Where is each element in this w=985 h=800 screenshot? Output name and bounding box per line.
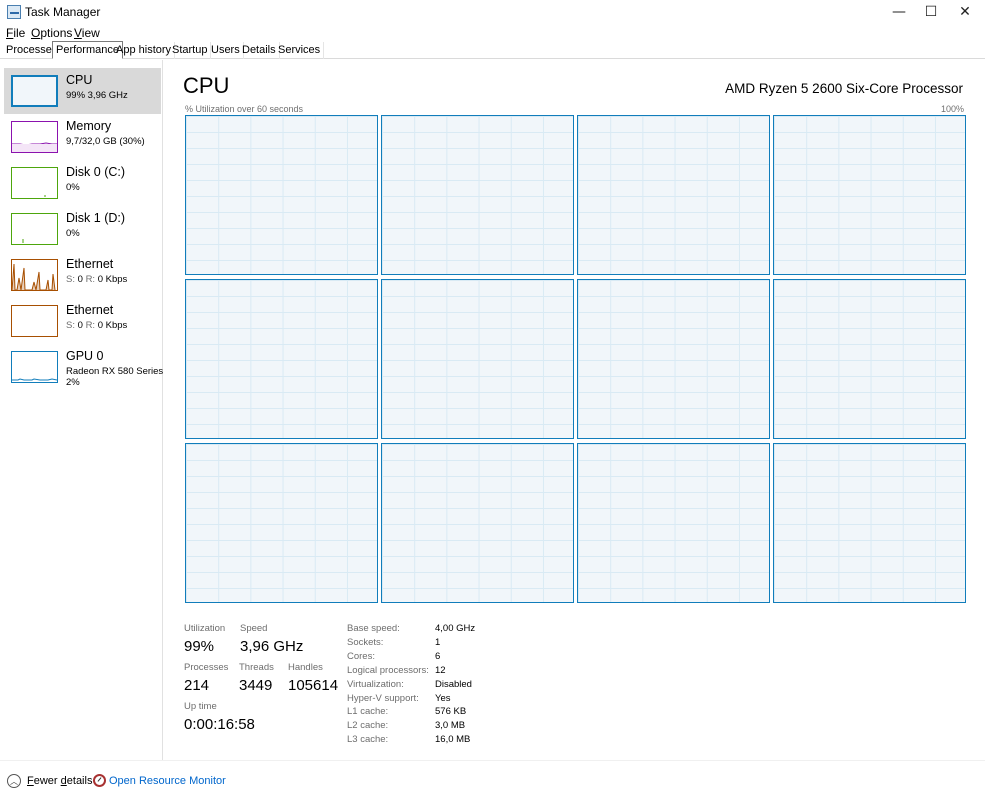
sidebar-item-label: Disk 0 (C:) [66,165,126,179]
menu-bar: File Options View [0,24,985,42]
tab-startup[interactable]: Startup [169,42,212,59]
footer-bar: ︿ Fewer details Open Resource Monitor [0,760,985,800]
minimize-button[interactable]: — [882,0,916,24]
handles-label: Handles [288,662,323,673]
spec-label: L1 cache: [347,706,389,717]
spec-label: Hyper-V support: [347,693,419,704]
logical-processor-graph [185,279,378,439]
ethernet-thumbnail-graph [11,305,58,337]
menu-view[interactable]: View [74,26,100,40]
uptime-label: Up time [184,701,217,712]
resource-sidebar: CPU 99% 3,96 GHz Memory 9,7/32,0 GB (30%… [0,60,163,760]
handles-value: 105614 [288,677,339,694]
logical-processor-graph [773,443,966,603]
logical-processor-graph [577,279,770,439]
resource-monitor-icon[interactable] [93,774,106,787]
gpu-thumbnail-graph [11,351,58,383]
sidebar-item-label: Memory [66,119,112,133]
sidebar-item-label: Disk 1 (D:) [66,211,126,225]
logical-processor-graph [577,443,770,603]
logical-processor-graph [773,115,966,275]
close-button[interactable]: ✕ [948,0,982,24]
processes-label: Processes [184,662,229,673]
sidebar-item-ethernet-1[interactable]: Ethernet S: 0 R: 0 Kbps [4,252,161,298]
ethernet-thumbnail-graph [11,259,58,291]
task-manager-icon [7,5,21,19]
logical-processor-graph [381,115,574,275]
spec-value: 1 [435,637,441,648]
sidebar-item-detail: 0% [66,182,80,193]
logical-processor-graph [381,443,574,603]
spec-value: 576 KB [435,706,467,717]
speed-value: 3,96 GHz [240,638,304,655]
tab-app-history[interactable]: App history [113,42,176,59]
title-bar: Task Manager — ☐ ✕ [0,0,985,24]
sidebar-item-detail-2: 2% [66,377,80,388]
sidebar-item-detail: 0% [66,228,80,239]
utilization-max-label: 100% [940,104,964,114]
sidebar-item-memory[interactable]: Memory 9,7/32,0 GB (30%) [4,114,161,160]
spec-value: 3,0 MB [435,720,466,731]
sidebar-item-ethernet-2[interactable]: Ethernet S: 0 R: 0 Kbps [4,298,161,344]
utilization-label: Utilization [184,623,226,634]
sidebar-item-detail: 99% 3,96 GHz [66,90,128,101]
window-title: Task Manager [25,5,101,19]
disk-thumbnail-graph [11,167,58,199]
sidebar-item-cpu[interactable]: CPU 99% 3,96 GHz [4,68,161,114]
spec-value: 4,00 GHz [435,623,476,634]
fewer-details-button[interactable]: Fewer details [27,775,92,787]
logical-processor-graph [773,279,966,439]
logical-processor-graph [381,279,574,439]
cpu-thumbnail-graph [11,75,58,107]
utilization-caption: % Utilization over 60 seconds [185,104,304,114]
speed-label: Speed [240,623,268,634]
sidebar-item-detail: 9,7/32,0 GB (30%) [66,136,145,147]
spec-label: Sockets: [347,637,384,648]
chevron-up-icon[interactable]: ︿ [7,774,21,788]
memory-thumbnail-graph [11,121,58,153]
cpu-performance-panel: CPU AMD Ryzen 5 2600 Six-Core Processor … [164,60,985,760]
tab-services[interactable]: Services [275,42,325,59]
spec-value: 12 [435,665,446,676]
sidebar-item-label: CPU [66,73,93,87]
sidebar-item-label: GPU 0 [66,349,104,363]
cpu-model-name: AMD Ryzen 5 2600 Six-Core Processor [725,81,963,96]
sidebar-item-gpu0[interactable]: GPU 0 Radeon RX 580 Series 2% [4,344,164,394]
sidebar-item-label: Ethernet [66,303,114,317]
tab-details[interactable]: Details [239,42,280,59]
spec-value: Disabled [435,679,472,690]
spec-label: L2 cache: [347,720,389,731]
menu-file[interactable]: File [6,26,25,40]
tab-bar: Processes Performance App history Startu… [0,41,985,59]
open-resource-monitor-link[interactable]: Open Resource Monitor [109,775,226,787]
logical-processor-graph [185,115,378,275]
spec-label: Logical processors: [347,665,429,676]
disk-thumbnail-graph [11,213,58,245]
threads-label: Threads [239,662,274,673]
maximize-button[interactable]: ☐ [914,0,948,24]
logical-processor-graph [577,115,770,275]
uptime-value: 0:00:16:58 [184,716,255,733]
page-title: CPU [183,73,230,98]
sidebar-item-detail: Radeon RX 580 Series [66,366,164,377]
spec-value: 16,0 MB [435,734,471,745]
spec-value: Yes [435,693,451,704]
sidebar-item-detail: S: 0 R: 0 Kbps [66,320,128,331]
processes-value: 214 [184,677,210,694]
spec-label: L3 cache: [347,734,389,745]
spec-label: Base speed: [347,623,400,634]
threads-value: 3449 [239,677,273,694]
spec-label: Cores: [347,651,375,662]
spec-label: Virtualization: [347,679,404,690]
sidebar-item-disk0[interactable]: Disk 0 (C:) 0% [4,160,161,206]
logical-processor-graph [185,443,378,603]
sidebar-item-disk1[interactable]: Disk 1 (D:) 0% [4,206,161,252]
sidebar-item-label: Ethernet [66,257,114,271]
sidebar-item-detail: S: 0 R: 0 Kbps [66,274,128,285]
spec-value: 6 [435,651,441,662]
utilization-value: 99% [184,638,215,655]
menu-options[interactable]: Options [31,26,72,40]
